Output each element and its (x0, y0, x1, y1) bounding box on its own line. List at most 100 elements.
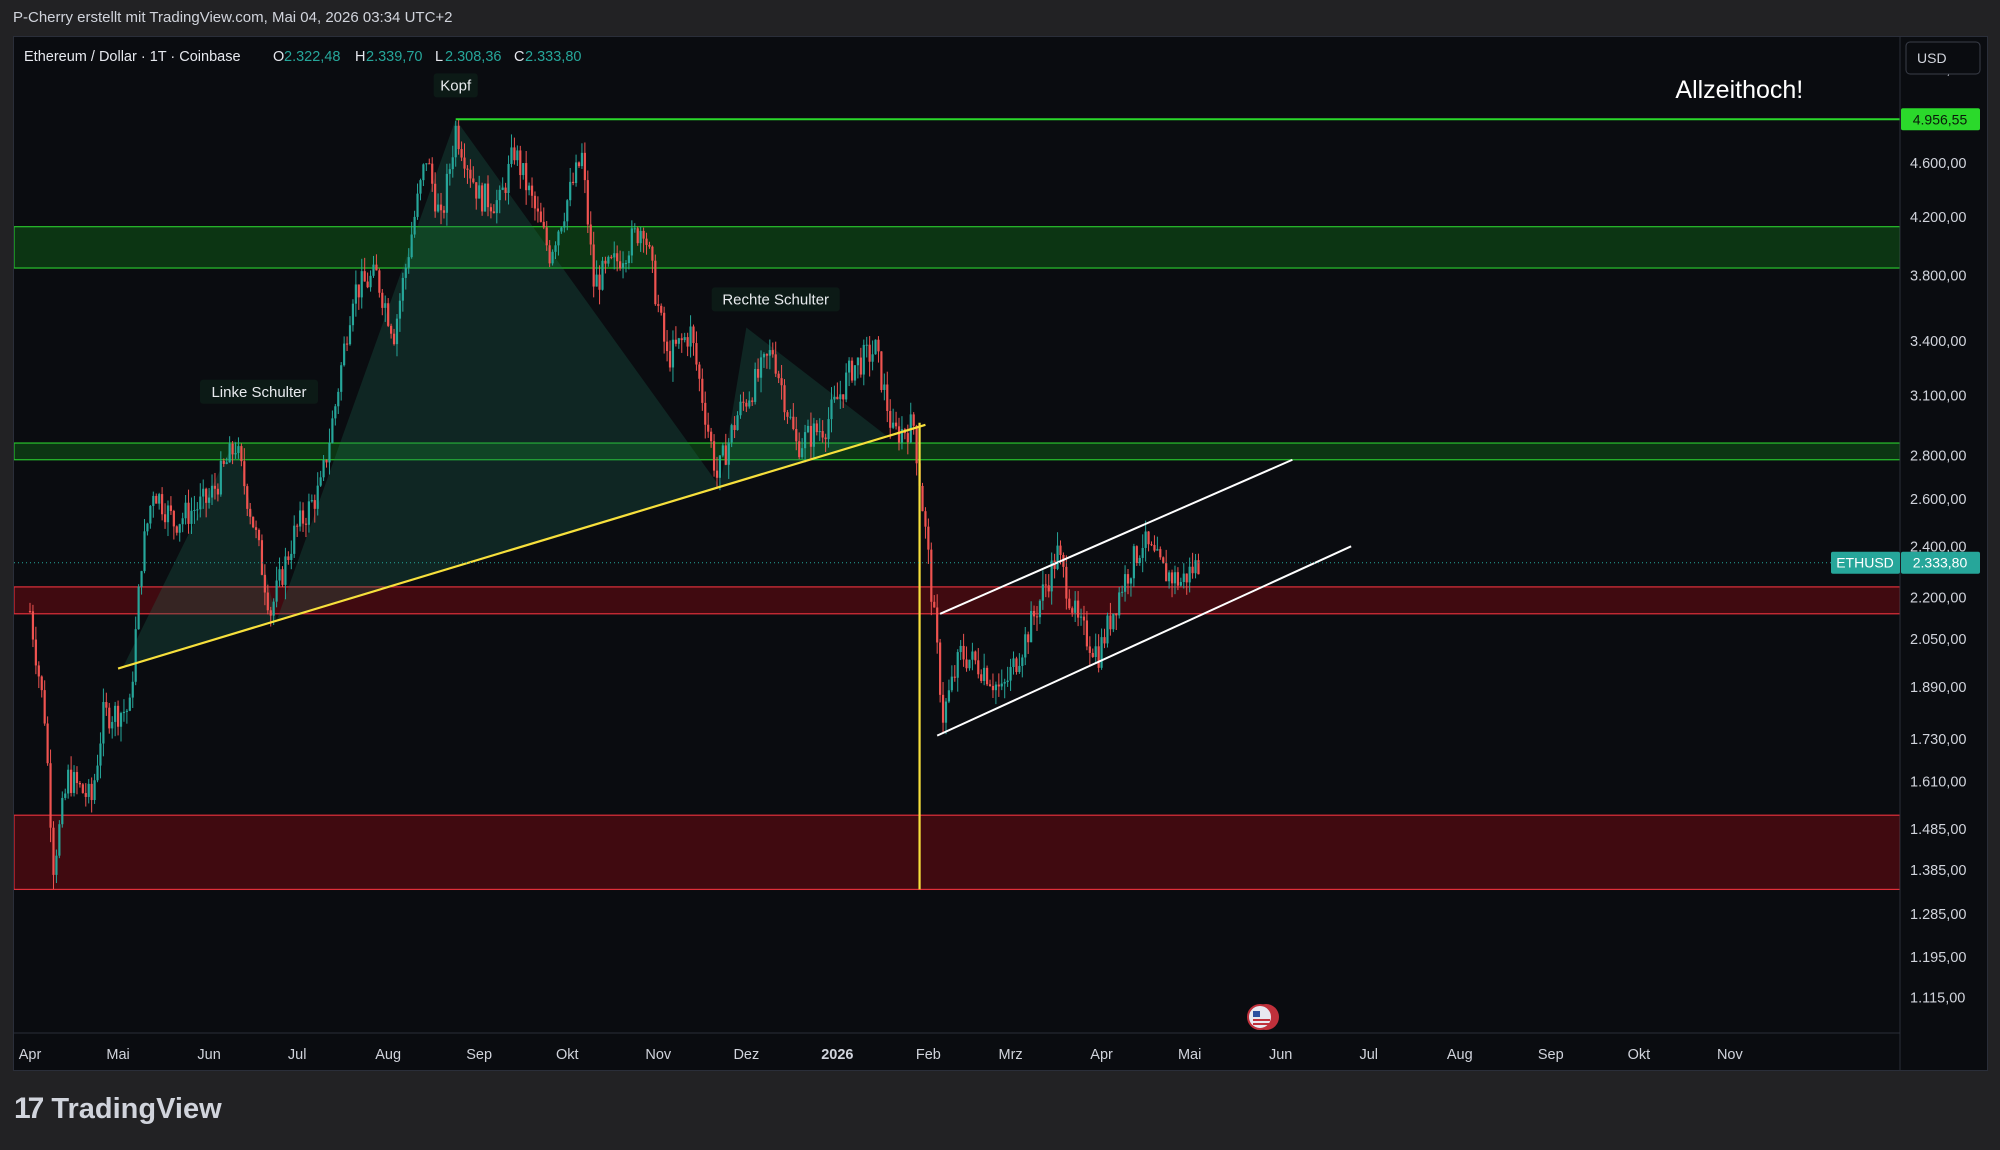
candle (956, 649, 959, 692)
candle-body (387, 303, 390, 326)
candle-body (610, 256, 613, 258)
candle-body (492, 211, 495, 214)
candle (845, 363, 848, 403)
candle-body (316, 485, 319, 509)
candle (1165, 549, 1168, 582)
price-axis[interactable]: 5.400,004.600,004.200,003.800,003.400,00… (1910, 62, 1966, 1007)
candle (1053, 553, 1056, 579)
candle-body (105, 702, 108, 708)
price-chart[interactable]: Ethereum / Dollar · 1T · Coinbase O 2.32… (0, 0, 2000, 1150)
candle (1115, 613, 1118, 630)
candle-body (213, 485, 217, 489)
ath-price-tag: 4.956,55 (1901, 108, 1980, 131)
candle-body (939, 642, 942, 695)
candle (924, 507, 927, 539)
tradingview-logo-icon: 17 (14, 1092, 44, 1125)
candle-body (498, 189, 501, 201)
candle (422, 163, 425, 187)
candle-body (1024, 634, 1027, 658)
candle (1194, 553, 1197, 579)
candle (105, 692, 108, 716)
candle-body (842, 394, 845, 400)
price-tick-label: 1.485,00 (1910, 822, 1966, 838)
candle-body (783, 385, 786, 413)
candle-body (586, 180, 589, 225)
candle (886, 371, 889, 423)
candle (378, 268, 381, 298)
candle (1062, 552, 1065, 578)
candle-body (102, 702, 105, 744)
economic-events-flag-icon[interactable] (1247, 1004, 1279, 1030)
candle-body (1100, 637, 1103, 668)
candle-body (947, 690, 951, 702)
candle (93, 773, 96, 804)
candle-body (598, 274, 601, 290)
candle (46, 716, 49, 766)
candle (40, 675, 43, 698)
candle (169, 496, 173, 515)
candle-body (868, 344, 871, 362)
candle-body (545, 227, 548, 246)
candle (1006, 666, 1009, 687)
candle-body (351, 303, 355, 326)
candle-body (1147, 531, 1150, 545)
candle (260, 534, 264, 576)
candle-body (243, 461, 246, 487)
candle-body (1030, 610, 1033, 643)
candle-body (968, 659, 971, 669)
candle-body (401, 277, 404, 301)
candle (348, 316, 352, 346)
candle-body (78, 782, 82, 785)
candle-body (404, 267, 407, 278)
candle-body (419, 180, 422, 194)
candle (668, 340, 672, 372)
candle (78, 781, 82, 788)
candle-body (580, 152, 584, 167)
price-tick-label: 2.600,00 (1910, 492, 1966, 508)
candle-body (481, 185, 484, 212)
candle (944, 698, 948, 735)
candle-body (1118, 592, 1121, 616)
candle-body (216, 488, 219, 495)
candle-body (806, 425, 810, 433)
time-tick-label: Nov (1717, 1047, 1744, 1063)
candle-body (827, 419, 830, 440)
candle (530, 177, 534, 208)
currency-label: USD (1917, 50, 1947, 66)
current-price-value: 2.333,80 (1913, 555, 1968, 571)
candle (184, 494, 187, 525)
candle-body (762, 354, 766, 358)
candle-body (1074, 600, 1077, 613)
candle-body (495, 200, 498, 214)
time-axis[interactable]: Apr Mai Jun Jul Aug Sep Okt Nov Dez 2026 Feb Mrz Apr… (19, 1047, 1744, 1063)
tradingview-logo[interactable]: 17 TradingView (14, 1092, 222, 1126)
candle-body (343, 343, 346, 366)
candle (522, 163, 525, 180)
currency-button[interactable]: USD (1905, 41, 1981, 75)
candle (87, 779, 90, 804)
candle (856, 357, 860, 379)
candle-body (301, 510, 305, 524)
candle (158, 492, 161, 510)
candle-body (1115, 613, 1118, 616)
candle-body (146, 523, 149, 532)
candle-body (812, 423, 815, 447)
candle-body (1071, 608, 1074, 613)
candle-body (290, 553, 293, 560)
candle (580, 143, 584, 169)
candle (836, 382, 839, 400)
candle (119, 711, 123, 742)
candle-body (865, 344, 868, 346)
candle (1027, 631, 1030, 654)
candle (574, 154, 578, 187)
candle (1153, 535, 1156, 553)
candle-body (334, 406, 337, 419)
candle-body (1150, 544, 1153, 546)
candle-body (897, 426, 901, 443)
candle-body (1191, 566, 1194, 574)
candle-body (654, 260, 657, 305)
candle-body (795, 428, 798, 442)
candle-body (1135, 546, 1138, 563)
price-tick-label: 1.890,00 (1910, 680, 1966, 696)
candle-body (768, 350, 771, 356)
